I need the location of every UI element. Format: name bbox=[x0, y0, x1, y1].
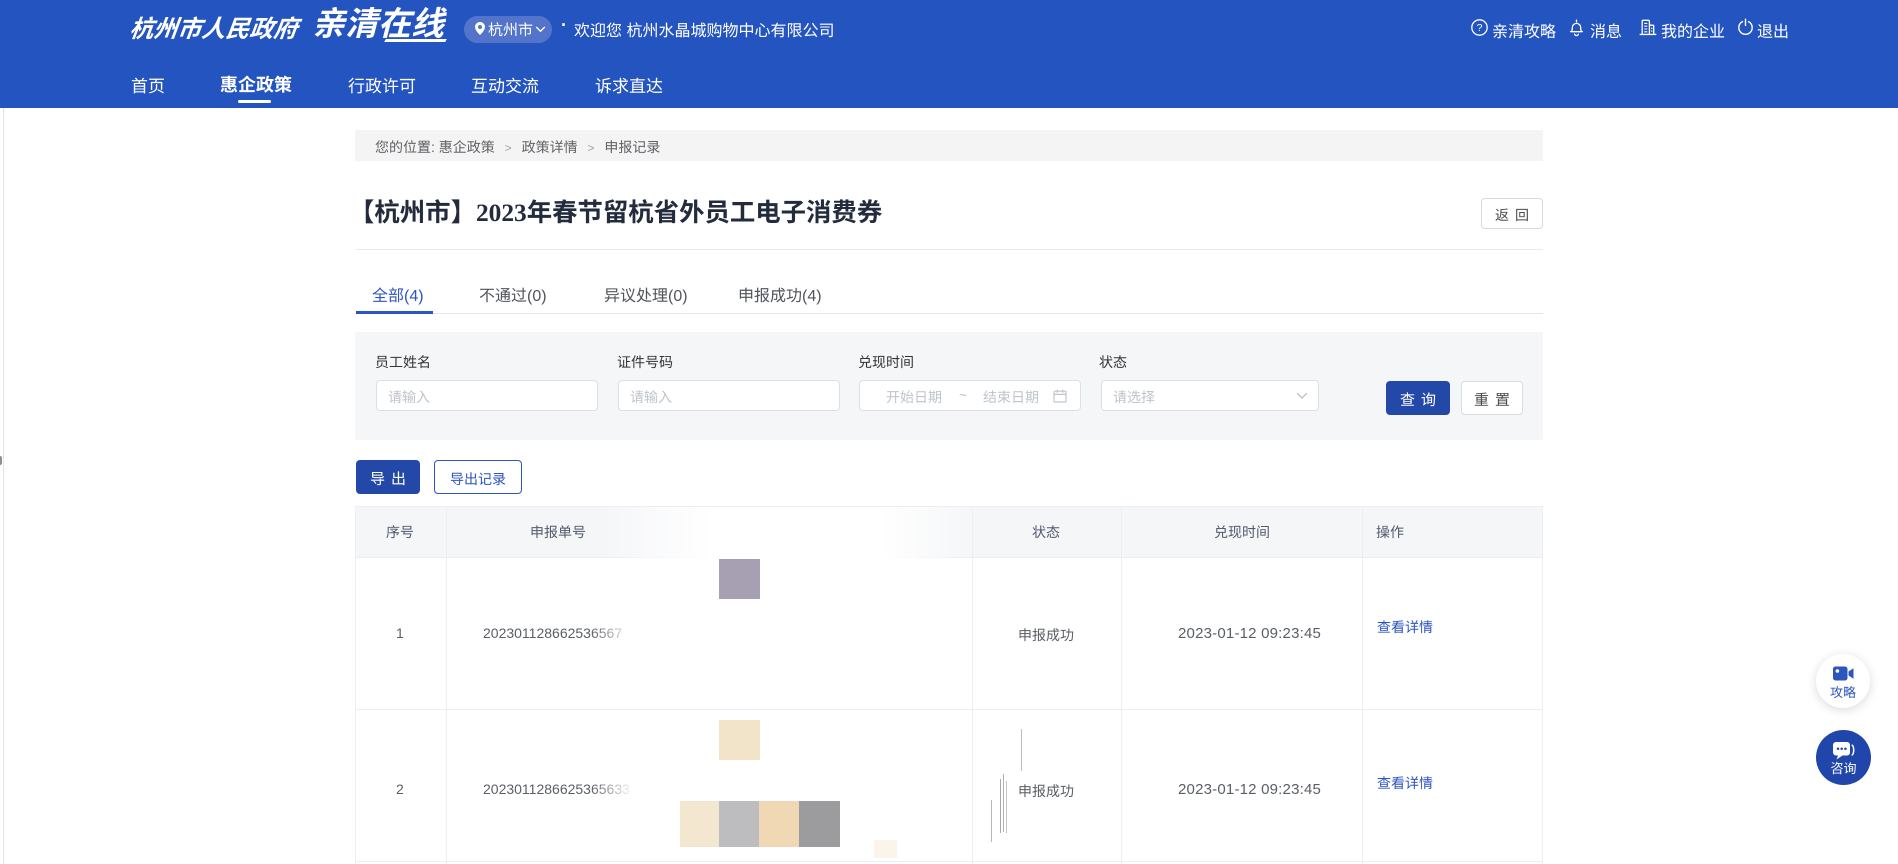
svg-text:?: ? bbox=[1477, 22, 1483, 34]
